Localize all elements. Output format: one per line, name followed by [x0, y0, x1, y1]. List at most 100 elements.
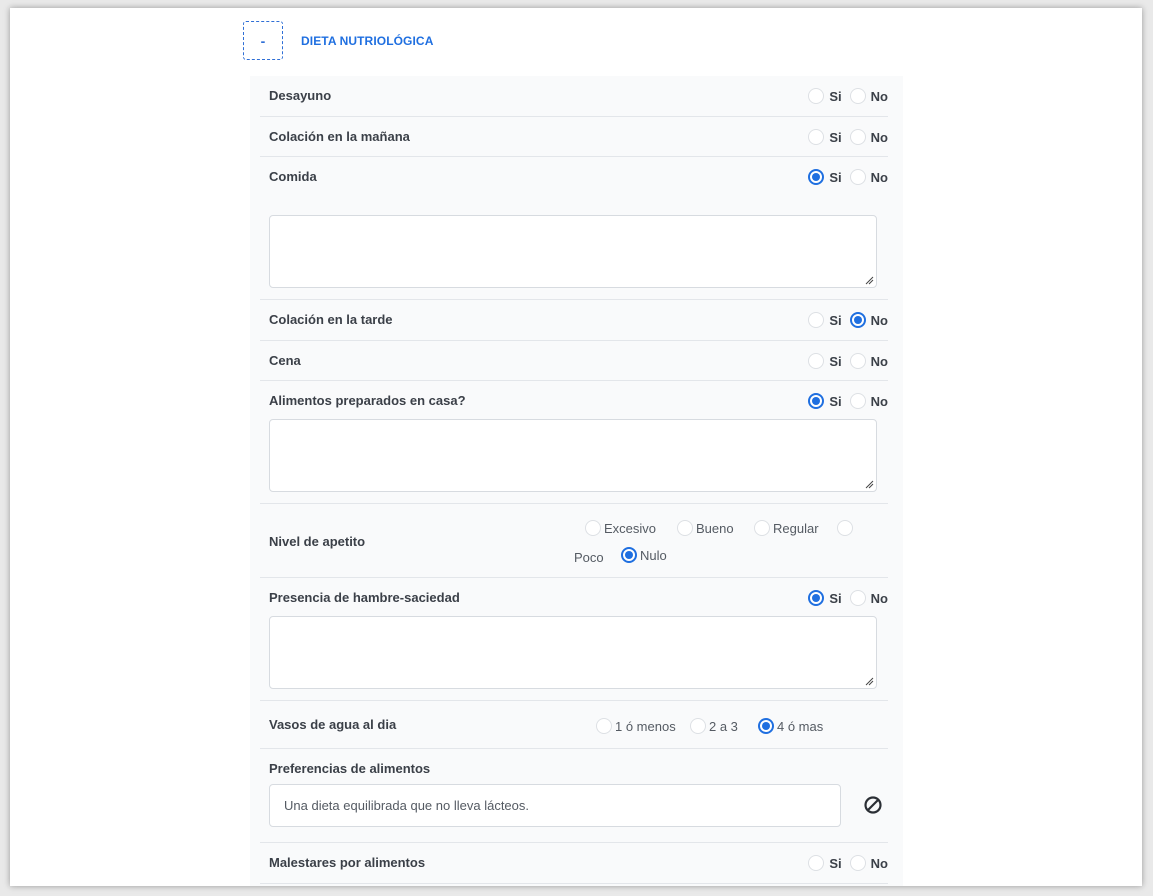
- row-vasos-agua: Vasos de agua al dia 1 ó menos 2 a 3 4 ó…: [260, 701, 888, 749]
- radio-alimentos-casa-no[interactable]: No: [849, 393, 888, 409]
- radio-circle[interactable]: [837, 520, 853, 536]
- ban-icon[interactable]: [863, 795, 883, 815]
- alimentos-casa-textarea[interactable]: [269, 419, 877, 492]
- radio-circle[interactable]: [808, 312, 825, 328]
- radio-group-apetito: Excesivo Bueno Regular Poco Nulo: [260, 504, 888, 577]
- radio-label: No: [870, 312, 888, 328]
- radio-circle[interactable]: [849, 169, 866, 185]
- radio-circle[interactable]: [754, 520, 770, 536]
- radio-label: Si: [829, 353, 842, 369]
- radio-apetito-regular[interactable]: Regular: [754, 520, 819, 536]
- radio-colacion-manana-no[interactable]: No: [849, 129, 888, 145]
- radio-group-malestares: Si No: [808, 855, 888, 871]
- radio-vasos-4-o-mas[interactable]: 4 ó mas: [758, 718, 823, 734]
- radio-circle[interactable]: [585, 520, 601, 536]
- radio-label: Si: [829, 590, 842, 606]
- hambre-saciedad-textarea[interactable]: [269, 616, 877, 689]
- radio-group-alimentos-casa: Si No: [808, 393, 888, 409]
- collapse-label: -: [260, 32, 266, 49]
- radio-malestares-si[interactable]: Si: [808, 855, 842, 871]
- radio-circle-checked[interactable]: [808, 169, 825, 185]
- radio-vasos-1-o-menos[interactable]: 1 ó menos: [596, 718, 676, 734]
- row-desayuno: Desayuno Si No: [260, 76, 888, 117]
- radio-apetito-poco[interactable]: [837, 520, 856, 536]
- radio-circle[interactable]: [849, 353, 866, 369]
- radio-cena-si[interactable]: Si: [808, 353, 842, 369]
- radio-circle[interactable]: [849, 855, 866, 871]
- preferencias-input[interactable]: Una dieta equilibrada que no lleva lácte…: [269, 784, 841, 827]
- radio-colacion-manana-si[interactable]: Si: [808, 129, 842, 145]
- row-nivel-apetito: Nivel de apetito Excesivo Bueno Regular …: [260, 504, 888, 578]
- label-alimentos-casa: Alimentos preparados en casa?: [269, 393, 466, 408]
- radio-apetito-poco-label[interactable]: Poco: [574, 550, 604, 565]
- radio-apetito-excesivo[interactable]: Excesivo: [585, 520, 656, 536]
- row-preferencias: Preferencias de alimentos Una dieta equi…: [260, 749, 888, 843]
- radio-label: 1 ó menos: [615, 718, 676, 734]
- radio-apetito-nulo[interactable]: Nulo: [621, 547, 667, 563]
- radio-label: No: [870, 855, 888, 871]
- radio-malestares-no[interactable]: No: [849, 855, 888, 871]
- radio-circle[interactable]: [808, 88, 825, 104]
- radio-circle[interactable]: [808, 129, 825, 145]
- label-comida: Comida: [269, 169, 317, 184]
- resize-handle-icon[interactable]: [864, 275, 874, 285]
- radio-label: Nulo: [640, 547, 667, 563]
- label-desayuno: Desayuno: [269, 88, 332, 103]
- radio-desayuno-no[interactable]: No: [849, 88, 888, 104]
- radio-cena-no[interactable]: No: [849, 353, 888, 369]
- radio-label: No: [870, 169, 888, 185]
- radio-circle[interactable]: [849, 129, 866, 145]
- radio-circle[interactable]: [808, 855, 825, 871]
- row-hambre-saciedad: Presencia de hambre-saciedad Si No: [260, 578, 888, 701]
- radio-group-cena: Si No: [808, 353, 888, 369]
- radio-group-desayuno: Si No: [808, 88, 888, 104]
- radio-desayuno-si[interactable]: Si: [808, 88, 842, 104]
- radio-label: Si: [829, 855, 842, 871]
- radio-colacion-tarde-no[interactable]: No: [849, 312, 888, 328]
- radio-hambre-saciedad-no[interactable]: No: [849, 590, 888, 606]
- radio-circle[interactable]: [849, 88, 866, 104]
- radio-circle-checked[interactable]: [849, 312, 866, 328]
- collapse-section-button[interactable]: -: [243, 21, 283, 60]
- label-hambre-saciedad: Presencia de hambre-saciedad: [269, 590, 460, 605]
- section-title: DIETA NUTRIOLÓGICA: [301, 34, 434, 48]
- diet-panel: Desayuno Si No Colación en la mañana Si …: [250, 76, 903, 886]
- radio-circle[interactable]: [596, 718, 612, 734]
- form-window: - DIETA NUTRIOLÓGICA Desayuno Si No Cola…: [10, 8, 1142, 886]
- label-colacion-tarde: Colación en la tarde: [269, 312, 393, 327]
- row-comida: Comida Si No: [260, 157, 888, 300]
- radio-label: Si: [829, 393, 842, 409]
- radio-label: No: [870, 590, 888, 606]
- radio-circle[interactable]: [849, 393, 866, 409]
- radio-label: 2 a 3: [709, 718, 738, 734]
- radio-circle-checked[interactable]: [621, 547, 637, 563]
- radio-circle[interactable]: [849, 590, 866, 606]
- radio-circle[interactable]: [677, 520, 693, 536]
- radio-label: Si: [829, 88, 842, 104]
- label-malestares: Malestares por alimentos: [269, 855, 426, 870]
- radio-colacion-tarde-si[interactable]: Si: [808, 312, 842, 328]
- row-malestares: Malestares por alimentos Si No: [260, 843, 888, 884]
- radio-vasos-2-a-3[interactable]: 2 a 3: [690, 718, 738, 734]
- radio-comida-si[interactable]: Si: [808, 169, 842, 185]
- radio-label: Si: [829, 169, 842, 185]
- radio-circle-checked[interactable]: [808, 393, 825, 409]
- radio-circle[interactable]: [808, 353, 825, 369]
- row-colacion-tarde: Colación en la tarde Si No: [260, 300, 888, 341]
- row-colacion-manana: Colación en la mañana Si No: [260, 117, 888, 157]
- radio-group-colacion-tarde: Si No: [808, 312, 888, 328]
- radio-circle-checked[interactable]: [758, 718, 774, 734]
- comida-textarea[interactable]: [269, 215, 877, 288]
- radio-circle-checked[interactable]: [808, 590, 825, 606]
- label-colacion-manana: Colación en la mañana: [269, 129, 410, 144]
- radio-group-hambre-saciedad: Si No: [808, 590, 888, 606]
- resize-handle-icon[interactable]: [864, 676, 874, 686]
- radio-apetito-bueno[interactable]: Bueno: [677, 520, 734, 536]
- resize-handle-icon[interactable]: [864, 479, 874, 489]
- radio-hambre-saciedad-si[interactable]: Si: [808, 590, 842, 606]
- radio-label: Si: [829, 129, 842, 145]
- radio-comida-no[interactable]: No: [849, 169, 888, 185]
- radio-circle[interactable]: [690, 718, 706, 734]
- radio-alimentos-casa-si[interactable]: Si: [808, 393, 842, 409]
- radio-label: Excesivo: [604, 520, 657, 536]
